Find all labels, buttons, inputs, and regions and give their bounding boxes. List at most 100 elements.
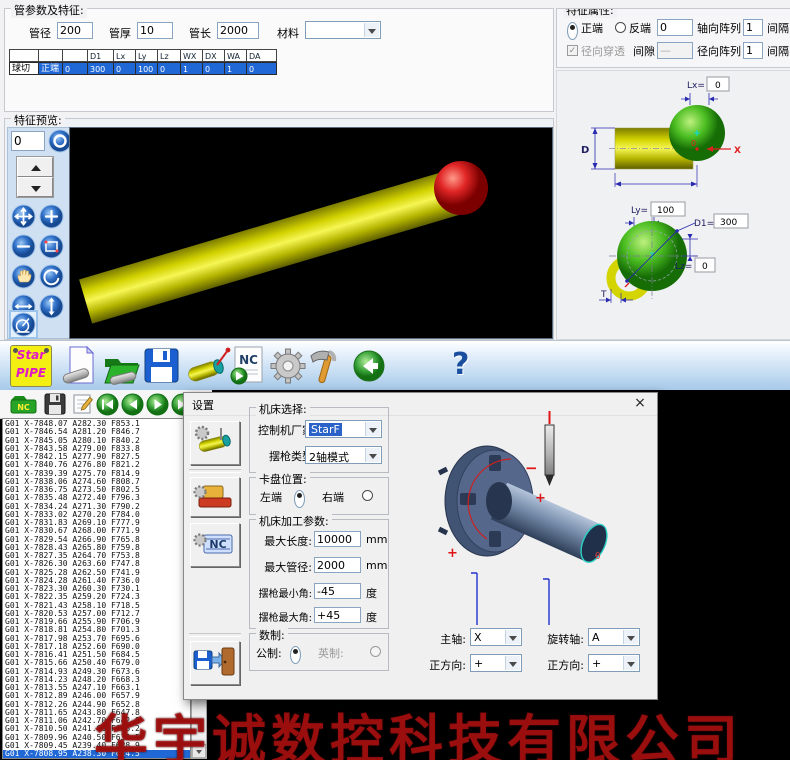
chevron-down-icon[interactable]: [365, 422, 380, 436]
help-button[interactable]: ?: [452, 347, 469, 382]
max-angle-input[interactable]: [314, 607, 361, 623]
new-file-button[interactable]: [62, 345, 100, 387]
nc-export-button[interactable]: NC: [229, 345, 267, 387]
spindle-select[interactable]: X: [470, 628, 522, 646]
pipe-length-label: 管长: [189, 25, 211, 41]
origin-label: 0: [691, 139, 696, 148]
datum-view-button[interactable]: [11, 312, 36, 337]
front-end-radio[interactable]: [567, 22, 578, 40]
feature-table-row[interactable]: 球切口 正端 0 300 0 100 0 1 0 1 0: [9, 62, 277, 75]
callout-lines: [477, 573, 549, 625]
lz-value: 0: [702, 262, 708, 272]
min-angle-input[interactable]: [314, 583, 361, 599]
zoom-window-button[interactable]: [39, 234, 64, 259]
gun-type-select[interactable]: 2轴模式: [305, 446, 382, 464]
numsys-group-title: 数制:: [256, 627, 288, 643]
vendor-select[interactable]: StarF: [305, 420, 382, 438]
axial-array-input[interactable]: [743, 19, 763, 36]
pipe-feature-button[interactable]: [186, 346, 232, 388]
chevron-down-icon[interactable]: [623, 630, 638, 644]
preview-viewport[interactable]: [69, 127, 553, 339]
number-system-group: 数制: 公制: 英制:: [249, 633, 389, 671]
min-angle-unit: 度: [366, 585, 377, 601]
machining-params-group: 机床加工参数: 最大长度: mm 最大管径: mm 摆枪最小角: 度 摆枪最大角…: [249, 519, 389, 629]
imperial-radio[interactable]: [370, 646, 381, 657]
max-diameter-input[interactable]: [314, 557, 361, 573]
chevron-down-icon[interactable]: [365, 448, 380, 462]
pipe-diameter-label: 管径: [29, 25, 51, 41]
angle-stepper[interactable]: [16, 156, 54, 198]
sim-prev-button[interactable]: [121, 393, 144, 416]
chuck-right-radio[interactable]: [362, 490, 373, 501]
offset-input[interactable]: [657, 19, 693, 36]
save-exit-button[interactable]: [190, 641, 240, 685]
pipe-length-input[interactable]: [217, 22, 259, 39]
th-d1: D1: [88, 49, 114, 62]
max-diameter-label: 最大管径:: [250, 559, 312, 575]
back-button[interactable]: [352, 349, 386, 383]
cell-d1: 300: [88, 62, 114, 75]
max-length-input[interactable]: [314, 531, 361, 547]
zoom-in-button[interactable]: [39, 204, 64, 229]
material-select[interactable]: [305, 21, 381, 39]
spindle-label: 主轴:: [432, 631, 466, 647]
gap-deg-label: 间隔(度): [767, 43, 790, 59]
chevron-down-icon[interactable]: [364, 23, 379, 37]
chevron-down-icon[interactable]: [623, 656, 638, 670]
nc-config-button[interactable]: NC: [190, 523, 240, 567]
open-nc-button[interactable]: NC: [10, 393, 38, 415]
pipe-params-panel: 管参数及特征: 管径 管厚 管长 材料 D1 Lx Ly Lz WX DX WA: [4, 8, 554, 112]
main-toolbar: Star PIPE NC: [0, 340, 790, 392]
d1-label: D1=: [694, 219, 714, 229]
chuck-left-radio[interactable]: [294, 490, 305, 508]
step-down-button[interactable]: [17, 177, 53, 197]
machine-page-button[interactable]: [190, 421, 240, 465]
t-label: T: [600, 290, 607, 300]
tools-button[interactable]: [306, 345, 342, 387]
radial-penetrate-label: 径向穿透: [581, 43, 625, 59]
feature-preview-panel: 特征预览:: [4, 118, 554, 340]
preview-controls-strip: [7, 127, 70, 339]
back-end-label: 反端: [629, 20, 651, 36]
rotation-angle-input[interactable]: [11, 131, 45, 151]
save-button[interactable]: [143, 346, 181, 386]
th-lz: Lz: [158, 49, 181, 62]
lx-value: 0: [715, 81, 721, 91]
edit-gcode-button[interactable]: [72, 393, 96, 415]
pan-view-button[interactable]: [11, 204, 36, 229]
sim-play-button[interactable]: [146, 393, 169, 416]
save-gcode-button[interactable]: [44, 393, 66, 415]
arrow-down-icon: [31, 186, 41, 192]
feature-table: D1 Lx Ly Lz WX DX WA DA 球切口 正端 0 300 0 1…: [9, 49, 277, 75]
pipe-thickness-input[interactable]: [137, 22, 173, 39]
d-label: D: [581, 145, 589, 156]
radial-penetrate-checkbox[interactable]: ✓: [567, 45, 578, 56]
flip-vertical-button[interactable]: [39, 294, 64, 319]
th: [9, 49, 39, 62]
minus-mark: −: [525, 459, 538, 477]
pipe-diameter-input[interactable]: [57, 22, 93, 39]
cell-ly: 100: [136, 62, 158, 75]
pan-hand-button[interactable]: [11, 264, 36, 289]
sim-first-button[interactable]: [96, 393, 119, 416]
rotary-select[interactable]: A: [588, 628, 640, 646]
metric-radio[interactable]: [290, 646, 301, 664]
cell-feature-type: 球切口: [9, 62, 39, 75]
back-end-radio[interactable]: [615, 22, 626, 33]
settings-button[interactable]: [268, 346, 308, 386]
open-file-button[interactable]: [102, 347, 142, 387]
dir1-select[interactable]: +: [470, 654, 522, 672]
rotate-3d-button[interactable]: [39, 264, 64, 289]
gap2-input: [657, 42, 693, 59]
radial-array-input[interactable]: [743, 42, 763, 59]
gear-icon: [268, 346, 308, 386]
step-up-button[interactable]: [17, 157, 53, 177]
ly-value: 100: [657, 206, 674, 216]
separator: [189, 633, 241, 637]
chevron-down-icon[interactable]: [505, 630, 520, 644]
machine-config-button[interactable]: [190, 477, 240, 517]
chevron-down-icon[interactable]: [505, 656, 520, 670]
dir2-select[interactable]: +: [588, 654, 640, 672]
zoom-out-button[interactable]: [11, 234, 36, 259]
cell-wx: 1: [181, 62, 203, 75]
